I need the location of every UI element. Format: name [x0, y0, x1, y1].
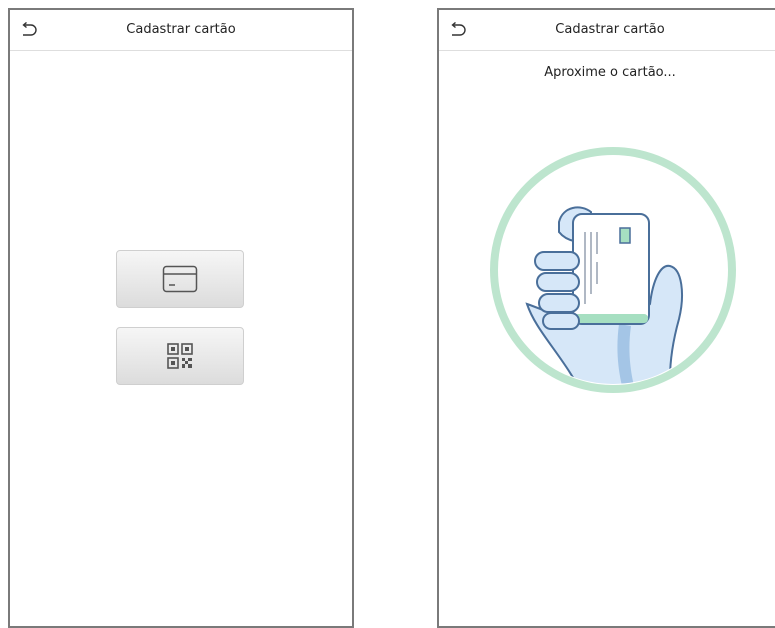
card-option-button[interactable]: [116, 250, 244, 308]
hand-holding-card-icon: [490, 147, 736, 393]
page-title: Cadastrar cartão: [126, 22, 236, 37]
screen-card-reading: Cadastrar cartão Aproxime o cartão...: [437, 8, 775, 628]
qr-code-option-button[interactable]: [116, 327, 244, 385]
qr-code-icon: [167, 343, 193, 369]
screen-card-type-selection: Cadastrar cartão: [8, 8, 354, 628]
header: Cadastrar cartão: [439, 10, 775, 51]
page-title: Cadastrar cartão: [555, 22, 665, 37]
card-icon: [162, 265, 198, 293]
card-prompt-text: Aproxime o cartão...: [544, 65, 676, 80]
header: Cadastrar cartão: [10, 10, 352, 51]
